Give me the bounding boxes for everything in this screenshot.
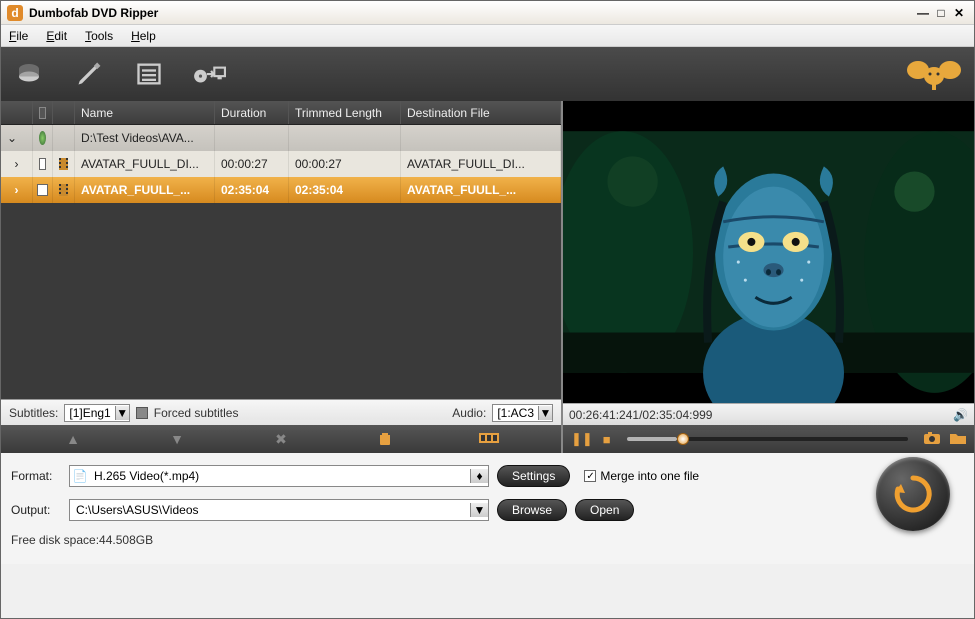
main-area: Name Duration Trimmed Length Destination… xyxy=(1,101,974,453)
disc-to-screen-button[interactable] xyxy=(191,56,227,92)
snapshot-button[interactable] xyxy=(924,432,940,447)
close-button[interactable]: ✕ xyxy=(950,6,968,20)
window-title: Dumbofab DVD Ripper xyxy=(29,6,914,20)
format-label: Format: xyxy=(11,469,61,483)
chevron-down-icon: ▼ xyxy=(538,406,552,420)
load-disc-button[interactable] xyxy=(11,56,47,92)
disc-icon xyxy=(39,131,46,145)
col-checkbox[interactable] xyxy=(33,101,53,124)
title-bar: d Dumbofab DVD Ripper — □ ✕ xyxy=(1,1,974,25)
output-dropdown-button[interactable]: ▼ xyxy=(470,503,488,517)
file-list-pane: Name Duration Trimmed Length Destination… xyxy=(1,101,563,453)
col-icon xyxy=(53,101,75,124)
row-trimmed: 02:35:04 xyxy=(289,177,401,203)
edit-button[interactable] xyxy=(71,56,107,92)
row-trimmed: 00:00:27 xyxy=(289,151,401,177)
output-field[interactable]: C:\Users\ASUS\Videos ▼ xyxy=(69,499,489,521)
seek-knob[interactable] xyxy=(677,433,689,445)
brand-logo-icon xyxy=(904,54,964,94)
table-row[interactable]: › AVATAR_FUULL_DI... 00:00:27 00:00:27 A… xyxy=(1,151,561,177)
pause-button[interactable]: ❚❚ xyxy=(571,431,593,447)
open-button[interactable]: Open xyxy=(575,499,634,521)
row-name: AVATAR_FUULL_DI... xyxy=(75,151,215,177)
film-icon xyxy=(59,158,68,170)
stop-button[interactable]: ■ xyxy=(603,432,611,447)
col-trimmed[interactable]: Trimmed Length xyxy=(289,101,401,124)
output-value: C:\Users\ASUS\Videos xyxy=(70,503,470,517)
col-dest[interactable]: Destination File xyxy=(401,101,561,124)
merge-label: Merge into one file xyxy=(600,469,699,483)
row-dest: AVATAR_FUULL_... xyxy=(401,177,561,203)
open-folder-button[interactable] xyxy=(950,432,966,447)
toolbar xyxy=(1,47,974,101)
minimize-button[interactable]: — xyxy=(914,6,932,20)
menu-edit[interactable]: Edit xyxy=(46,29,67,43)
root-name: D:\Test Videos\AVA... xyxy=(75,125,215,151)
move-up-button[interactable]: ▲ xyxy=(61,431,85,447)
preview-time-strip: 00:26:41:241/02:35:04:999 🔊 xyxy=(563,403,974,425)
video-preview[interactable] xyxy=(563,101,974,403)
move-down-button[interactable]: ▼ xyxy=(165,431,189,447)
settings-button[interactable]: Settings xyxy=(497,465,570,487)
row-checkbox[interactable] xyxy=(37,184,47,196)
row-dest: AVATAR_FUULL_DI... xyxy=(401,151,561,177)
maximize-button[interactable]: □ xyxy=(932,6,950,20)
row-name: AVATAR_FUULL_... xyxy=(75,177,215,203)
table-header: Name Duration Trimmed Length Destination… xyxy=(1,101,561,125)
menu-file[interactable]: File xyxy=(9,29,28,43)
forced-subtitles-label: Forced subtitles xyxy=(154,406,239,420)
format-field[interactable]: 📄 H.265 Video(*.mp4) ♦ xyxy=(69,465,489,487)
audio-combo[interactable]: [1:AC3▼ xyxy=(492,404,553,422)
app-logo-icon: d xyxy=(7,5,23,21)
subtitles-combo[interactable]: [1]Eng1▼ xyxy=(64,404,129,422)
menu-tools[interactable]: Tools xyxy=(85,29,113,43)
merge-option[interactable]: Merge into one file xyxy=(584,469,699,483)
menu-help[interactable]: Help xyxy=(131,29,156,43)
volume-icon[interactable]: 🔊 xyxy=(953,408,968,422)
row-duration: 02:35:04 xyxy=(215,177,289,203)
subtitles-label: Subtitles: xyxy=(9,406,58,420)
bottom-panel: Format: 📄 H.265 Video(*.mp4) ♦ Settings … xyxy=(1,453,974,564)
col-duration[interactable]: Duration xyxy=(215,101,289,124)
seek-slider[interactable] xyxy=(627,437,908,441)
table-row-root[interactable]: D:\Test Videos\AVA... xyxy=(1,125,561,151)
preview-pane: 00:26:41:241/02:35:04:999 🔊 ❚❚ ■ xyxy=(563,101,974,453)
col-name[interactable]: Name xyxy=(75,101,215,124)
browse-button[interactable]: Browse xyxy=(497,499,567,521)
list-button[interactable] xyxy=(131,56,167,92)
row-checkbox[interactable] xyxy=(39,158,46,170)
film-icon xyxy=(59,184,68,196)
list-action-strip: ▲ ▼ ✖ xyxy=(1,425,561,453)
format-dropdown-button[interactable]: ♦ xyxy=(470,469,488,483)
row-duration: 00:00:27 xyxy=(215,151,289,177)
clear-button[interactable] xyxy=(373,430,397,449)
mp4-icon: 📄 xyxy=(70,469,90,483)
playback-controls: ❚❚ ■ xyxy=(563,425,974,453)
col-tree xyxy=(1,101,33,124)
merge-checkbox[interactable] xyxy=(584,470,596,482)
table-body: D:\Test Videos\AVA... › AVATAR_FUULL_DI.… xyxy=(1,125,561,399)
trim-button[interactable] xyxy=(477,431,501,448)
remove-button[interactable]: ✖ xyxy=(269,431,293,448)
menu-bar: File Edit Tools Help xyxy=(1,25,974,47)
forced-subtitles-checkbox[interactable] xyxy=(136,407,148,419)
expand-toggle[interactable] xyxy=(1,125,33,151)
chevron-down-icon: ▼ xyxy=(115,406,129,420)
convert-button[interactable] xyxy=(876,457,950,531)
audio-label: Audio: xyxy=(452,406,486,420)
output-label: Output: xyxy=(11,503,61,517)
table-row-selected[interactable]: › AVATAR_FUULL_... 02:35:04 02:35:04 AVA… xyxy=(1,177,561,203)
free-disk-label: Free disk space:44.508GB xyxy=(11,533,964,547)
subtitle-audio-strip: Subtitles: [1]Eng1▼ Forced subtitles Aud… xyxy=(1,399,561,425)
preview-time: 00:26:41:241/02:35:04:999 xyxy=(569,408,712,422)
format-value: H.265 Video(*.mp4) xyxy=(90,469,470,483)
